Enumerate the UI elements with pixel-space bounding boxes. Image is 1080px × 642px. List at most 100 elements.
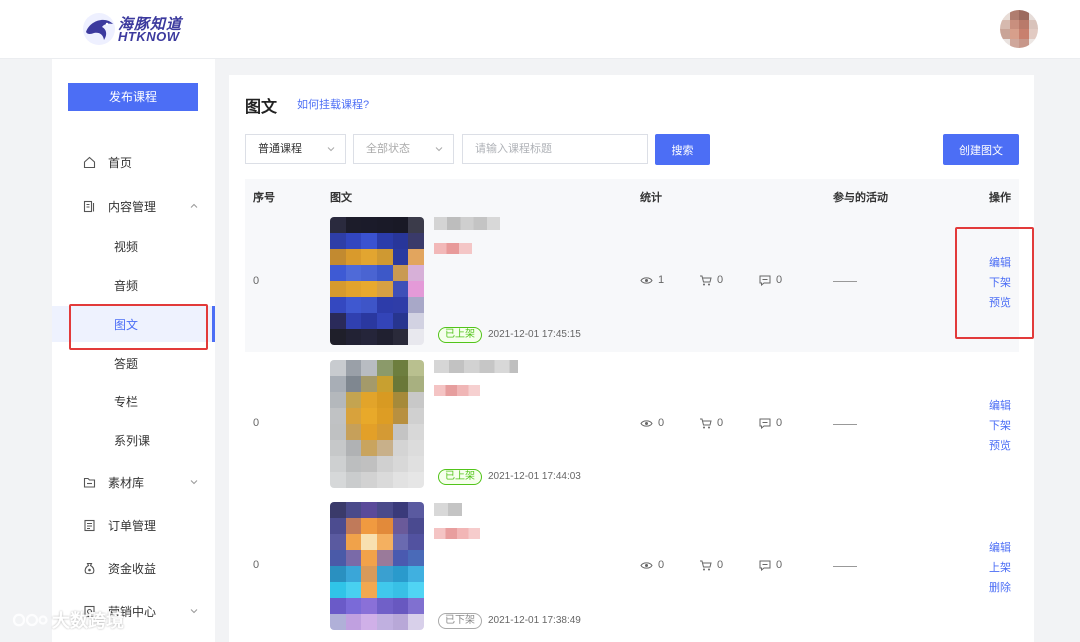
sidebar-subitem-column[interactable]: 专栏 [52,383,215,419]
sidebar-item-label: 素材库 [108,475,145,490]
search-input[interactable] [462,134,648,164]
header-activity: 参与的活动 [833,192,888,204]
article-price-blurred [434,385,480,396]
edit-link[interactable]: 编辑 [989,397,1011,413]
eye-icon [640,276,653,284]
sidebar-subitem-label: 系列课 [114,433,151,448]
edit-link[interactable]: 编辑 [989,254,1011,270]
sidebar-subitem-label: 视频 [114,239,139,254]
logo[interactable]: 海豚知道 HTKNOW [82,12,186,46]
view-count-value: 1 [658,274,665,286]
row-index: 0 [253,417,260,429]
watermark-text: 大数跨境 [52,611,124,631]
view-count: 1 [640,274,664,286]
dolphin-logo-icon [83,13,115,45]
comment-count-value: 0 [776,559,783,571]
cart-count-value: 0 [717,559,724,571]
publish-course-button[interactable]: 发布课程 [68,83,198,111]
chevron-down-icon [435,147,443,152]
article-title-blurred [434,360,518,373]
sidebar-subitem-label: 答题 [114,356,139,371]
article-title-blurred [434,503,462,516]
preview-link[interactable]: 预览 [989,437,1011,453]
sidebar-subitem-series[interactable]: 系列课 [52,422,215,458]
eye-icon [640,419,653,427]
sidebar-subitem-quiz[interactable]: 答题 [52,345,215,381]
activity-empty-dash [833,566,857,567]
article-price-blurred [434,528,480,539]
cart-count: 0 [699,559,723,571]
article-title-blurred [434,217,500,230]
delete-link[interactable]: 删除 [989,579,1011,595]
sidebar-item-label: 资金收益 [108,561,157,576]
article-thumbnail[interactable] [330,502,424,630]
content-icon [82,199,96,213]
main-panel: 图文 如何挂载课程? 普通课程 全部状态 搜索 创建图文 序号 图文 统计 参与… [229,75,1034,642]
view-count-value: 0 [658,559,665,571]
sidebar-item-orders[interactable]: 订单管理 [52,507,215,543]
folder-icon [82,475,96,489]
chevron-down-icon [190,609,198,614]
view-count: 0 [640,559,664,571]
chevron-down-icon [327,147,335,152]
cart-count: 0 [699,274,723,286]
cart-icon [700,418,712,428]
comment-icon [759,560,771,571]
logo-text-en: HTKNOW [118,29,180,44]
sidebar-subitem-audio[interactable]: 音频 [52,267,215,303]
activity-empty-dash [833,281,857,282]
publish-time: 2021-12-01 17:38:49 [488,615,581,626]
order-icon [82,518,96,532]
sidebar-subitem-video[interactable]: 视频 [52,228,215,264]
table-header: 序号 图文 统计 参与的活动 操作 [245,179,1019,212]
watermark-logo-icon [12,613,48,627]
sidebar-item-label: 订单管理 [108,518,157,533]
watermark: 大数跨境 [10,607,124,633]
page-title: 图文 [245,99,278,116]
table-row: 0 已上架 2021-12-01 17:45:15 1 0 0 编辑 下架 预览 [245,212,1019,352]
publish-time: 2021-12-01 17:45:15 [488,329,581,340]
view-count: 0 [640,417,664,429]
chevron-down-icon [190,480,198,485]
comment-count: 0 [759,417,782,429]
user-avatar[interactable] [1000,10,1038,48]
comment-count: 0 [759,274,782,286]
comment-count-value: 0 [776,417,783,429]
publish-link[interactable]: 上架 [989,559,1011,575]
article-thumbnail[interactable] [330,360,424,488]
article-thumbnail[interactable] [330,217,424,345]
header-index: 序号 [253,192,275,204]
sidebar-subitem-article[interactable]: 图文 [52,306,215,342]
unpublish-link[interactable]: 下架 [989,274,1011,290]
chevron-up-icon [190,203,198,208]
course-type-value: 普通课程 [258,143,302,155]
sidebar-item-materials[interactable]: 素材库 [52,464,215,500]
sidebar: 发布课程 首页 内容管理 视频 音频 图文 答题 专栏 系列课 素材库 订单管理… [52,59,215,642]
course-type-select[interactable]: 普通课程 [245,134,346,164]
table-row: 0 已下架 2021-12-01 17:38:49 0 0 0 编辑 上架 删除 [245,498,1019,638]
edit-link[interactable]: 编辑 [989,539,1011,555]
status-badge: 已上架 [438,327,482,343]
eye-icon [640,561,653,569]
preview-link[interactable]: 预览 [989,294,1011,310]
header-stats: 统计 [640,192,662,204]
search-button[interactable]: 搜索 [655,134,710,165]
status-badge: 已下架 [438,613,482,629]
home-icon [82,155,96,169]
unpublish-link[interactable]: 下架 [989,417,1011,433]
sidebar-item-content[interactable]: 内容管理 [52,188,215,224]
help-link[interactable]: 如何挂载课程? [297,96,369,112]
status-select[interactable]: 全部状态 [353,134,454,164]
comment-count-value: 0 [776,274,783,286]
create-article-button[interactable]: 创建图文 [943,134,1019,165]
row-index: 0 [253,559,260,571]
comment-icon [759,275,771,286]
view-count-value: 0 [658,417,665,429]
sidebar-item-home[interactable]: 首页 [52,144,215,180]
cart-icon [700,275,712,285]
sidebar-item-revenue[interactable]: 资金收益 [52,550,215,586]
top-bar: 海豚知道 HTKNOW [0,0,1080,59]
sidebar-subitem-label: 专栏 [114,394,139,409]
cart-count-value: 0 [717,274,724,286]
status-badge: 已上架 [438,469,482,485]
